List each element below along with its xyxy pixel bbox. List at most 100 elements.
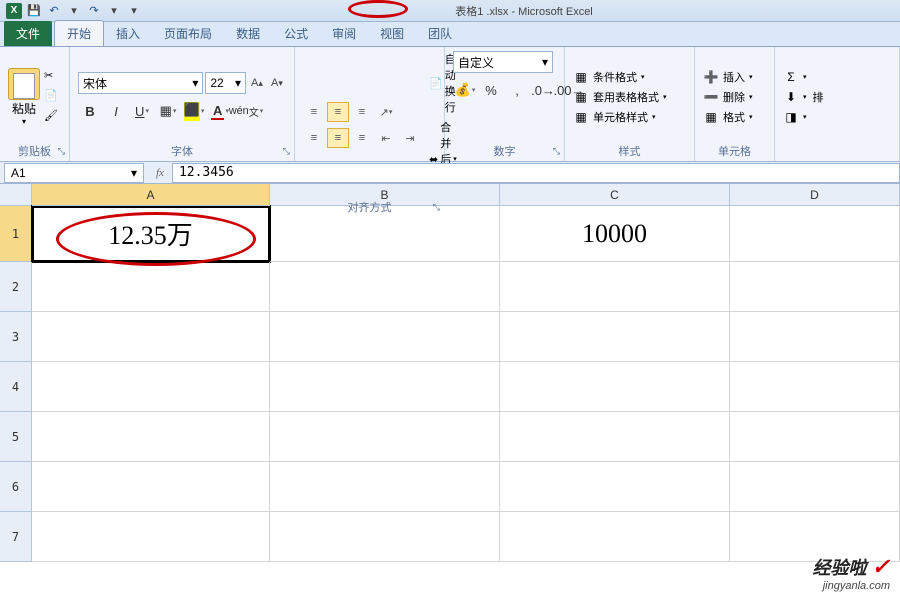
delete-cells-button[interactable]: ➖删除▾ bbox=[703, 89, 753, 105]
cell-c2[interactable] bbox=[500, 262, 730, 312]
qat-customize-icon[interactable]: ▾ bbox=[126, 3, 142, 19]
cell-styles-button[interactable]: ▦单元格样式▾ bbox=[573, 109, 667, 125]
italic-button[interactable]: I bbox=[104, 100, 128, 122]
align-bottom-icon[interactable]: ≡ bbox=[351, 102, 373, 122]
font-name-combo[interactable]: 宋体▾ bbox=[78, 72, 203, 94]
bold-button[interactable]: B bbox=[78, 100, 102, 122]
autosum-button[interactable]: Σ▾ bbox=[783, 69, 807, 85]
decrease-decimal-icon[interactable]: .00→ bbox=[557, 79, 581, 101]
fill-button[interactable]: ⬇▾ bbox=[783, 89, 807, 105]
row-header-3[interactable]: 3 bbox=[0, 312, 32, 362]
launcher-icon[interactable]: ⤡ bbox=[283, 146, 290, 157]
paste-button[interactable]: 粘贴 ▾ bbox=[8, 68, 40, 126]
tab-file[interactable]: 文件 bbox=[4, 21, 52, 46]
align-left-icon[interactable]: ≡ bbox=[303, 128, 325, 148]
cell-b5[interactable] bbox=[270, 412, 500, 462]
launcher-icon[interactable]: ⤡ bbox=[553, 146, 560, 157]
cell-a1[interactable]: 12.35万 bbox=[32, 206, 270, 262]
fx-icon[interactable]: fx bbox=[156, 167, 164, 179]
tab-data[interactable]: 数据 bbox=[224, 21, 272, 46]
underline-button[interactable]: U▾ bbox=[130, 100, 154, 122]
format-cells-button[interactable]: ▦格式▾ bbox=[703, 109, 753, 125]
column-header-c[interactable]: C bbox=[500, 184, 730, 206]
decrease-indent-icon[interactable]: ⇤ bbox=[375, 128, 397, 148]
cell-a2[interactable] bbox=[32, 262, 270, 312]
formula-bar[interactable]: 12.3456 bbox=[172, 163, 900, 183]
increase-font-icon[interactable]: A▴ bbox=[248, 72, 266, 94]
row-header-2[interactable]: 2 bbox=[0, 262, 32, 312]
increase-decimal-icon[interactable]: .0→ bbox=[531, 79, 555, 101]
undo-icon[interactable]: ↶ bbox=[46, 3, 62, 19]
group-label-alignment: 对齐方式⤡ bbox=[303, 199, 436, 215]
cell-b2[interactable] bbox=[270, 262, 500, 312]
tab-team[interactable]: 团队 bbox=[416, 21, 464, 46]
tab-home[interactable]: 开始 bbox=[54, 20, 104, 46]
redo-icon[interactable]: ↷ bbox=[86, 3, 102, 19]
tab-review[interactable]: 审阅 bbox=[320, 21, 368, 46]
percent-icon[interactable]: % bbox=[479, 79, 503, 101]
accounting-format-icon[interactable]: 💰▾ bbox=[453, 79, 477, 101]
insert-cells-button[interactable]: ➕插入▾ bbox=[703, 69, 753, 85]
cut-icon[interactable]: ✂ bbox=[44, 69, 60, 85]
align-middle-icon[interactable]: ≡ bbox=[327, 102, 349, 122]
name-box[interactable]: A1▾ bbox=[4, 163, 144, 183]
clear-button[interactable]: ◨▾ bbox=[783, 109, 807, 125]
cell-a7[interactable] bbox=[32, 512, 270, 562]
undo-dropdown-icon[interactable]: ▾ bbox=[66, 3, 82, 19]
row-header-4[interactable]: 4 bbox=[0, 362, 32, 412]
fill-color-button[interactable]: ⬛▾ bbox=[182, 100, 206, 122]
align-right-icon[interactable]: ≡ bbox=[351, 128, 373, 148]
launcher-icon[interactable]: ⤡ bbox=[433, 202, 440, 213]
launcher-icon[interactable]: ⤡ bbox=[58, 146, 65, 157]
cell-d3[interactable] bbox=[730, 312, 900, 362]
cell-b6[interactable] bbox=[270, 462, 500, 512]
group-label-number: 数字⤡ bbox=[453, 143, 556, 159]
cell-c3[interactable] bbox=[500, 312, 730, 362]
cell-d4[interactable] bbox=[730, 362, 900, 412]
cell-b7[interactable] bbox=[270, 512, 500, 562]
save-icon[interactable]: 💾 bbox=[26, 3, 42, 19]
number-format-combo[interactable]: 自定义▾ bbox=[453, 51, 553, 73]
cell-c5[interactable] bbox=[500, 412, 730, 462]
tab-formulas[interactable]: 公式 bbox=[272, 21, 320, 46]
increase-indent-icon[interactable]: ⇥ bbox=[399, 128, 421, 148]
cell-a3[interactable] bbox=[32, 312, 270, 362]
cell-b4[interactable] bbox=[270, 362, 500, 412]
column-header-d[interactable]: D bbox=[730, 184, 900, 206]
sort-filter-button[interactable]: 排 bbox=[813, 89, 824, 105]
phonetic-button[interactable]: wén文▾ bbox=[234, 100, 258, 122]
row-header-1[interactable]: 1 bbox=[0, 206, 32, 262]
cell-d2[interactable] bbox=[730, 262, 900, 312]
font-size-combo[interactable]: 22▾ bbox=[205, 72, 246, 94]
cell-b3[interactable] bbox=[270, 312, 500, 362]
format-painter-icon[interactable]: 🖌 bbox=[44, 109, 60, 125]
tab-view[interactable]: 视图 bbox=[368, 21, 416, 46]
cell-a6[interactable] bbox=[32, 462, 270, 512]
cell-c7[interactable] bbox=[500, 512, 730, 562]
cell-c6[interactable] bbox=[500, 462, 730, 512]
comma-icon[interactable]: , bbox=[505, 79, 529, 101]
row-header-7[interactable]: 7 bbox=[0, 512, 32, 562]
cell-a5[interactable] bbox=[32, 412, 270, 462]
cell-d1[interactable] bbox=[730, 206, 900, 262]
cell-d6[interactable] bbox=[730, 462, 900, 512]
cell-d5[interactable] bbox=[730, 412, 900, 462]
align-center-icon[interactable]: ≡ bbox=[327, 128, 349, 148]
cell-c4[interactable] bbox=[500, 362, 730, 412]
row-header-5[interactable]: 5 bbox=[0, 412, 32, 462]
column-header-a[interactable]: A bbox=[32, 184, 270, 206]
conditional-format-button[interactable]: ▦条件格式▾ bbox=[573, 69, 667, 85]
copy-icon[interactable]: 📄 bbox=[44, 89, 60, 105]
align-top-icon[interactable]: ≡ bbox=[303, 102, 325, 122]
redo-dropdown-icon[interactable]: ▾ bbox=[106, 3, 122, 19]
tab-insert[interactable]: 插入 bbox=[104, 21, 152, 46]
cell-a4[interactable] bbox=[32, 362, 270, 412]
format-as-table-button[interactable]: ▦套用表格格式▾ bbox=[573, 89, 667, 105]
decrease-font-icon[interactable]: A▾ bbox=[268, 72, 286, 94]
border-button[interactable]: ▦▾ bbox=[156, 100, 180, 122]
orientation-icon[interactable]: ↗▾ bbox=[375, 102, 397, 122]
row-header-6[interactable]: 6 bbox=[0, 462, 32, 512]
select-all-corner[interactable] bbox=[0, 184, 32, 206]
tab-page-layout[interactable]: 页面布局 bbox=[152, 21, 224, 46]
cell-c1[interactable]: 10000 bbox=[500, 206, 730, 262]
